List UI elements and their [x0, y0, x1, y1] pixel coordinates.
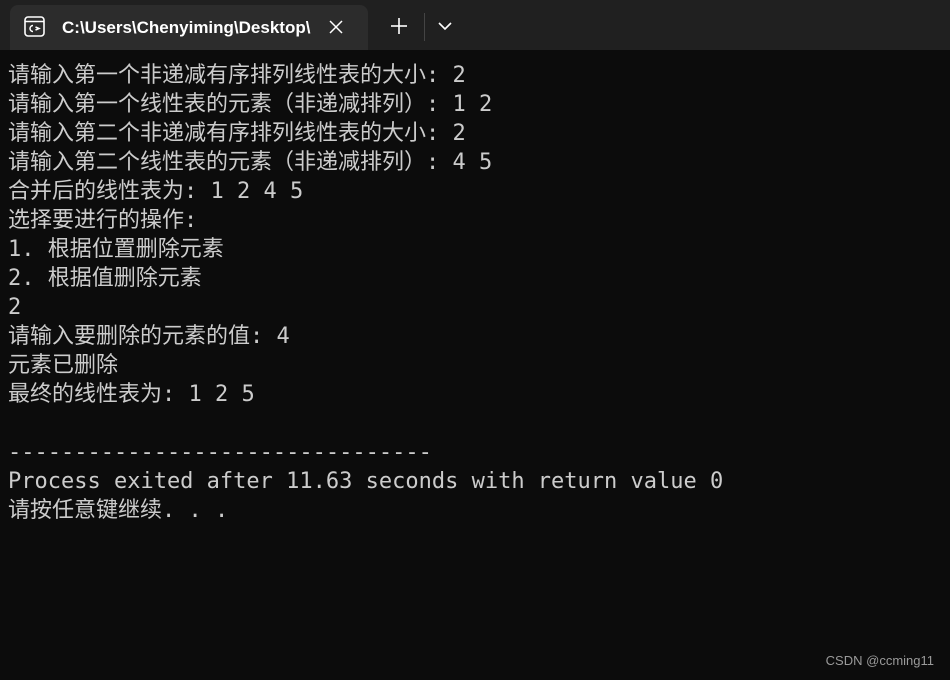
- terminal-line: 选择要进行的操作:: [8, 208, 198, 233]
- terminal-line: 请输入第二个线性表的元素（非递减排列）: 4 5: [8, 150, 493, 175]
- terminal-line: 请输入第一个非递减有序排列线性表的大小: 2: [8, 63, 466, 88]
- terminal-line: 2. 根据值删除元素: [8, 266, 202, 291]
- terminal-line: 请输入第二个非递减有序排列线性表的大小: 2: [8, 121, 466, 146]
- terminal-line: 请按任意键继续. . .: [8, 498, 229, 523]
- terminal-line: 2: [8, 295, 22, 320]
- terminal-line: Process exited after 11.63 seconds with …: [8, 469, 724, 494]
- chevron-down-icon[interactable]: [434, 15, 456, 37]
- terminal-line: --------------------------------: [8, 440, 432, 465]
- tab-divider: [424, 13, 425, 41]
- tab-title: C:\Users\Chenyiming\Desktop\: [62, 18, 311, 37]
- terminal-window: C:\Users\Chenyiming\Desktop\ 请输入第一个非递减有序…: [0, 0, 950, 680]
- close-icon[interactable]: [326, 17, 346, 37]
- terminal-line: 请输入第一个线性表的元素（非递减排列）: 1 2: [8, 92, 493, 117]
- terminal-output[interactable]: 请输入第一个非递减有序排列线性表的大小: 2 请输入第一个线性表的元素（非递减排列…: [8, 61, 938, 661]
- terminal-line: 请输入要删除的元素的值: 4: [8, 324, 290, 349]
- terminal-line: 最终的线性表为: 1 2 5: [8, 382, 255, 407]
- terminal-line: 合并后的线性表为: 1 2 4 5: [8, 179, 304, 204]
- terminal-line: 1. 根据位置删除元素: [8, 237, 224, 262]
- tab-active[interactable]: C:\Users\Chenyiming\Desktop\: [10, 5, 368, 50]
- terminal-line: 元素已删除: [8, 353, 119, 378]
- plus-icon[interactable]: [386, 13, 412, 39]
- tab-strip: C:\Users\Chenyiming\Desktop\: [0, 0, 950, 50]
- watermark: CSDN @ccming11: [825, 653, 934, 668]
- console-icon: [24, 16, 45, 37]
